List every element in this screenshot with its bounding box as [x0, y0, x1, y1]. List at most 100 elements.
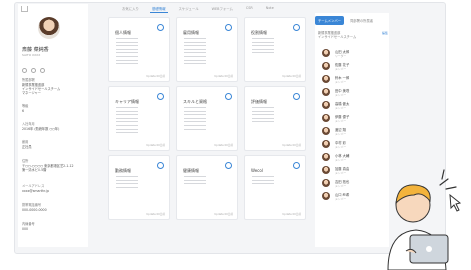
card-title: 役割情報	[251, 30, 267, 35]
member-role: メンバー	[335, 80, 347, 84]
tab-schedule[interactable]: スケジュール	[177, 5, 201, 13]
avatar	[322, 153, 330, 161]
email-label: メールアドレス	[22, 184, 45, 188]
member-role: メンバー	[335, 67, 347, 71]
member-row[interactable]: 鈴木 一郎 メンバー	[322, 74, 384, 87]
card-title: Wecol	[251, 168, 263, 173]
profile-panel: 斎藤 菜純香 SAITO XXXX 所属部署 新規事業推進部 インサイドセールス…	[18, 4, 88, 247]
member-role: メンバー	[335, 197, 347, 201]
card-fields	[116, 176, 138, 190]
members-edit-link[interactable]: 編集	[382, 31, 388, 35]
card-update: Update 00日前	[214, 144, 233, 147]
card-wecol[interactable]: Wecol Update 00日前	[244, 155, 306, 220]
avatar	[322, 166, 330, 174]
members-tabs: チームメンバー 同部署の所属者	[315, 16, 376, 25]
card-fields	[184, 176, 206, 187]
card-title: キャリア情報	[115, 99, 139, 104]
member-row[interactable]: 中村 彩メンバー	[322, 139, 384, 152]
person-with-laptop-illustration	[387, 169, 462, 270]
card-title: 健康情報	[183, 168, 199, 173]
card-role-info[interactable]: 役割情報 Update 00日前	[244, 17, 306, 82]
home-icon[interactable]	[21, 6, 28, 12]
member-role: メンバー	[335, 106, 347, 110]
avatar	[322, 192, 330, 200]
card-update: Update 00日前	[146, 144, 165, 147]
card-title: 個人情報	[115, 30, 131, 35]
member-row[interactable]: 渡辺 翔メンバー	[322, 126, 384, 139]
tab-note[interactable]: Note	[264, 5, 276, 13]
tab-web-form[interactable]: WEBフォーム	[210, 5, 235, 13]
smile-icon	[293, 162, 300, 169]
member-row[interactable]: 山田 太郎 リーダー	[322, 48, 384, 61]
member-role: メンバー	[335, 171, 347, 175]
member-row[interactable]: 高橋 健太 メンバー	[322, 100, 384, 113]
card-health-info[interactable]: 健康情報 Update 00日前	[176, 155, 238, 220]
member-row[interactable]: 佐藤 花子 メンバー	[322, 61, 384, 74]
avatar	[322, 75, 330, 83]
card-employment-info[interactable]: 雇用情報 Update 00日前	[176, 17, 238, 82]
card-title: 勤務情報	[115, 168, 131, 173]
profile-kana: SAITO XXXX	[22, 53, 41, 57]
joined-value: 2016年 (勤続年数 ○○年)	[22, 127, 60, 131]
card-fields	[252, 176, 274, 187]
card-update: Update 00日前	[214, 75, 233, 78]
card-title: 評価情報	[251, 99, 267, 104]
card-skills[interactable]: スキルと資格 Update 00日前	[176, 86, 238, 151]
tab-basic-info[interactable]: 基礎情報	[149, 5, 168, 13]
card-personal-info[interactable]: 個人情報 Update 00日前	[108, 17, 170, 82]
badge-icon	[293, 24, 300, 31]
card-update: Update 00日前	[282, 213, 301, 216]
member-role: メンバー	[335, 184, 347, 188]
card-fields	[252, 38, 274, 56]
card-fields	[116, 107, 138, 136]
member-role: リーダー	[335, 54, 347, 58]
member-row[interactable]: 山口 紗希 メンバー	[322, 191, 384, 204]
certificate-icon	[225, 93, 232, 100]
employment-value: 正社員	[22, 145, 32, 149]
mail-icon[interactable]	[40, 68, 45, 73]
avatar	[322, 101, 330, 109]
card-fields	[184, 38, 206, 67]
members-list: 山田 太郎 リーダー 佐藤 花子 メンバー 鈴木 一郎 メンバー 田中 美咲 メンバー …	[322, 48, 384, 204]
member-role: メンバー	[335, 132, 347, 136]
member-row[interactable]: 小林 大輔 メンバー	[322, 152, 384, 165]
avatar	[322, 127, 330, 135]
card-update: Update 00日前	[214, 213, 233, 216]
profile-name: 斎藤 菜純香	[22, 47, 49, 53]
tab-team-members[interactable]: チームメンバー	[315, 16, 344, 25]
clock-icon	[157, 162, 164, 169]
member-row[interactable]: 田中 美咲 メンバー	[322, 87, 384, 100]
member-row[interactable]: 伊藤 優子 メンバー	[322, 113, 384, 126]
member-role: メンバー	[335, 93, 347, 97]
tab-favorites[interactable]: お気に入り	[120, 5, 141, 13]
avatar	[322, 62, 330, 70]
phone-value: 000-0000-0000	[22, 208, 47, 212]
card-work-info[interactable]: 勤務情報 Update 00日前	[108, 155, 170, 220]
heart-icon	[225, 162, 232, 169]
member-role: メンバー	[335, 158, 347, 162]
card-update: Update 00日前	[146, 75, 165, 78]
card-career-info[interactable]: キャリア情報 Update 00日前	[108, 86, 170, 151]
card-update: Update 00日前	[282, 75, 301, 78]
grade-value: 6	[22, 109, 25, 113]
member-row[interactable]: 加藤 真由 メンバー	[322, 165, 384, 178]
member-row[interactable]: 吉田 拓也 メンバー	[322, 178, 384, 191]
address-label: 住所	[22, 159, 29, 163]
avatar	[322, 114, 330, 122]
member-role: メンバー	[335, 119, 347, 123]
facebook-icon[interactable]	[31, 68, 36, 73]
ext-label: 内線番号	[22, 222, 35, 226]
chart-icon	[157, 93, 164, 100]
email-value: xxxx@smarthr.jp	[22, 189, 49, 193]
tab-csr[interactable]: CSR	[244, 5, 255, 13]
avatar	[322, 49, 330, 57]
org-value: 新規事業推進部 インサイドセールスチーム マネージャー	[22, 83, 61, 96]
avatar	[38, 17, 60, 39]
card-fields	[252, 107, 274, 125]
twitter-icon[interactable]	[22, 68, 27, 73]
members-department: 新規事業推進部 インサイドセールスチーム	[318, 31, 357, 39]
main-tabs: お気に入り 基礎情報 スケジュール WEBフォーム CSR Note	[120, 5, 276, 13]
tab-same-department[interactable]: 同部署の所属者	[347, 16, 376, 25]
avatar	[322, 88, 330, 96]
card-evaluation[interactable]: 評価情報 Update 00日前	[244, 86, 306, 151]
